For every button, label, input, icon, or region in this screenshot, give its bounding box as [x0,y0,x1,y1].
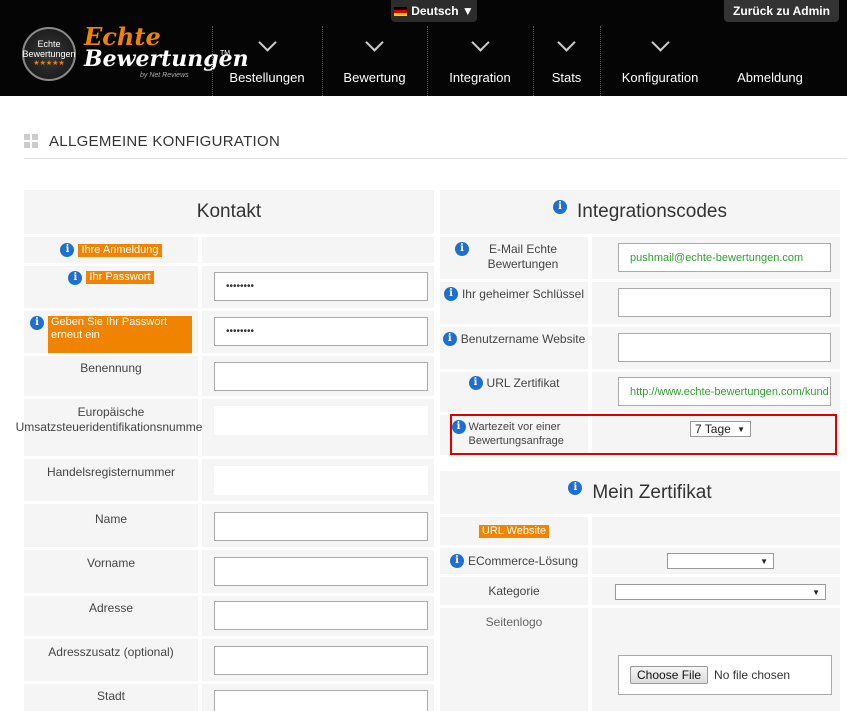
kategorie-label: Kategorie [440,577,588,605]
benennung-label: Benennung [24,356,198,396]
anmeldung-value [202,237,434,263]
benennung-input[interactable] [214,362,428,391]
dropdown-arrow-icon: ▼ [760,556,768,566]
email-input[interactable]: pushmail@echte-bewertungen.com [618,243,831,272]
anmeldung-label: i Ihre Anmeldung [24,237,198,263]
info-icon[interactable]: i [553,200,567,214]
info-icon[interactable]: i [30,316,44,330]
nav-integration[interactable]: Integration [427,26,533,96]
nav-bewertung[interactable]: Bewertung [322,26,427,96]
info-icon[interactable]: i [68,271,83,285]
language-label: Deutsch ▼ [411,4,474,18]
logo-badge-icon: Echte Bewertungen ★★★★★ [22,27,76,81]
url-zertifikat-input[interactable]: http://www.echte-bewertungen.com/kund [618,377,831,406]
vorname-label: Vorname [24,550,198,593]
back-to-admin-button[interactable]: Zurück zu Admin [724,0,839,22]
grid-icon [24,134,38,148]
url-website-label: URL Website [440,517,588,545]
german-flag-icon [394,6,408,16]
url-website-cell [592,517,840,545]
nav-stats[interactable]: Stats [533,26,600,96]
chevron-down-icon [470,33,490,52]
name-label: Name [24,504,198,547]
schluessel-label: i Ihr geheimer Schlüssel [440,282,588,324]
info-icon[interactable]: i [443,287,458,301]
chevron-down-icon [257,33,277,52]
url-zertifikat-label: i URL Zertifikat [440,372,588,412]
passwort-repeat-label: i Geben Sie Ihr Passwort erneut ein [24,311,198,353]
top-header: Deutsch ▼ Zurück zu Admin Echte Bewertun… [0,0,847,96]
kategorie-select[interactable]: ▼ [615,584,826,600]
info-icon[interactable]: i [442,332,457,346]
handelsregister-label: Handelsregisternummer [24,459,198,501]
benutzername-label: i Benutzername Website [440,327,588,369]
adresse-input[interactable] [214,601,428,630]
logo[interactable]: Echte Bewertungen ★★★★★ Echte Bewertunge… [22,22,249,81]
main-nav: Bestellungen Bewertung Integration Stats… [212,26,820,96]
logo-byline: by Net Reviews [140,72,189,79]
passwort-repeat-input[interactable]: •••••••• [214,317,428,346]
handelsregister-input[interactable] [214,466,428,495]
passwort-label: i Ihr Passwort [24,266,198,308]
dropdown-arrow-icon: ▼ [812,587,820,597]
stadt-label: Stadt [24,684,198,711]
chevron-down-icon [557,33,576,52]
chevron-down-icon [650,33,670,52]
adresszusatz-input[interactable] [214,646,428,675]
info-icon[interactable]: i [60,243,75,257]
seitenlogo-label: Seitenlogo [440,608,588,711]
info-icon[interactable]: i [468,376,483,390]
file-status: No file chosen [714,668,791,682]
ust-label: Europäische Umsatzsteueridentifikationsn… [16,399,206,456]
kontakt-title: Kontakt [24,190,434,234]
zertifikat-title: i Mein Zertifikat [440,471,840,514]
vorname-input[interactable] [214,557,428,586]
language-selector[interactable]: Deutsch ▼ [391,0,477,22]
info-icon[interactable]: i [455,242,469,256]
seitenlogo-file-input: Choose File No file chosen [618,655,832,695]
email-label: i E-Mail Echte Bewertungen [440,237,588,279]
ecommerce-label: i ECommerce-Lösung [440,548,588,574]
stadt-input[interactable] [214,690,428,711]
name-input[interactable] [214,512,428,541]
adresszusatz-label: Adresszusatz (optional) [24,639,198,681]
nav-konfiguration[interactable]: Konfiguration [600,26,720,96]
nav-abmeldung[interactable]: Abmeldung [720,26,820,96]
passwort-input[interactable]: •••••••• [214,272,428,301]
info-icon[interactable]: i [568,480,583,495]
info-icon[interactable]: i [449,554,464,568]
page-title: ALLGEMEINE KONFIGURATION [24,127,847,159]
integration-title: i Integrationscodes [440,190,840,234]
choose-file-button[interactable]: Choose File [630,666,709,684]
nav-bestellungen[interactable]: Bestellungen [212,26,322,96]
adresse-label: Adresse [24,596,198,636]
ecommerce-select[interactable]: ▼ [667,553,774,569]
ust-input[interactable] [214,406,428,435]
benutzername-input[interactable] [618,333,831,362]
schluessel-input[interactable] [618,288,831,317]
highlight-box [450,414,837,455]
chevron-down-icon [365,33,384,52]
